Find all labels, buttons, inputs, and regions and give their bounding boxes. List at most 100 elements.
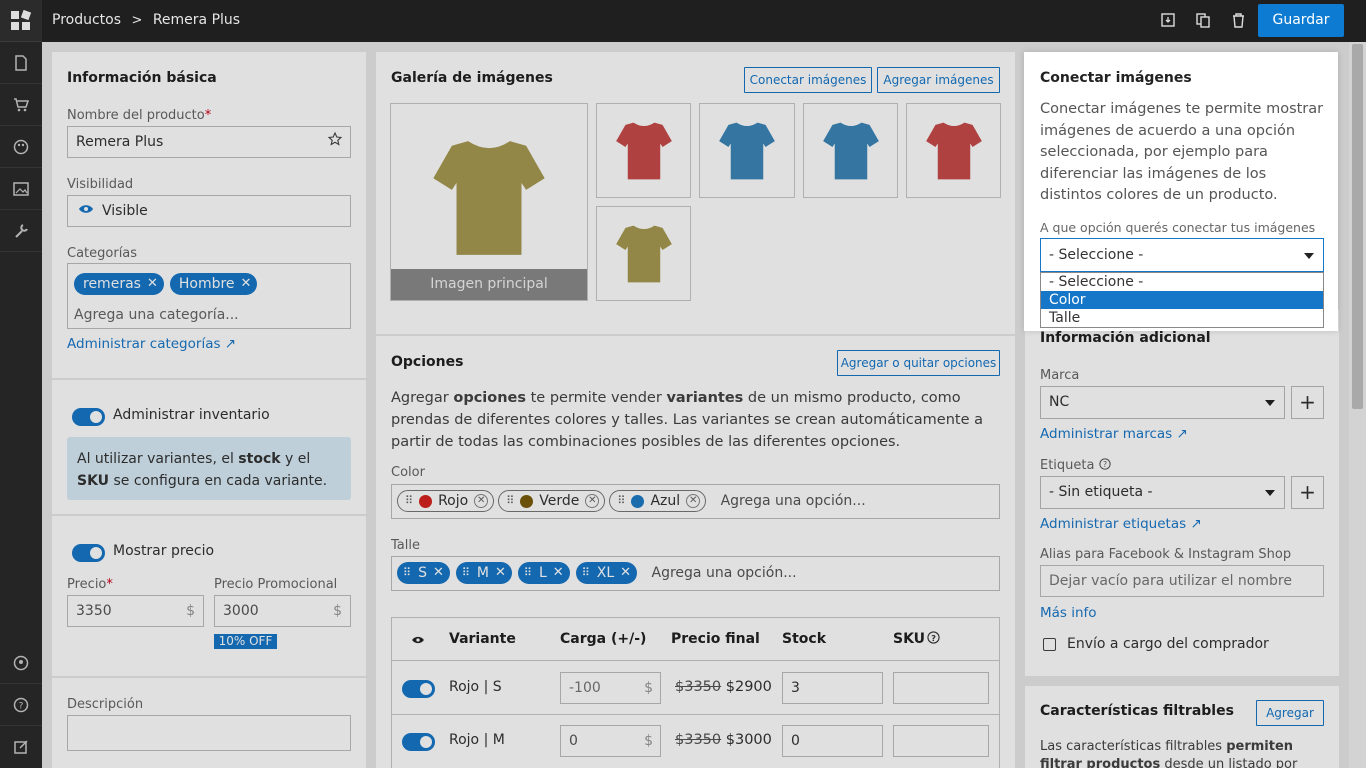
load-header: Carga (+/-) [560,631,647,647]
image-icon[interactable] [0,168,42,210]
help-icon[interactable]: ? [0,684,42,726]
document-icon[interactable] [0,42,42,84]
remove-icon[interactable]: ✕ [686,494,701,508]
color-chip[interactable]: ⠿ Azul ✕ [609,490,707,512]
color-option-label: Color [391,465,425,480]
color-options-field[interactable]: ⠿ Rojo ✕ ⠿ Verde ✕ ⠿ Azul ✕ Agrega una opción... [391,484,1000,519]
scrollbar[interactable] [1349,42,1366,768]
category-chip[interactable]: Hombre ✕ [169,273,258,295]
gallery-thumb[interactable] [699,103,795,198]
variant-stock-field[interactable]: 0 [782,725,883,757]
variant-final-price: $3350 $3000 [675,732,772,748]
description-label: Descripción [67,697,144,712]
duplicate-icon[interactable] [1196,13,1210,32]
product-name-label: Nombre del producto* [67,108,212,123]
tag-select[interactable]: - Sin etiqueta - [1040,476,1285,509]
remove-icon[interactable]: ✕ [474,494,489,508]
manage-brands-link[interactable]: Administrar marcas ↗ [1040,426,1188,442]
price-field[interactable]: 3350 $ [67,595,204,627]
category-input-placeholder[interactable]: Agrega una categoría... [74,305,344,325]
save-button[interactable]: Guardar [1258,4,1344,37]
add-images-button[interactable]: Agregar imágenes [877,67,1000,93]
manage-categories-link[interactable]: Administrar categorías ↗ [67,336,236,352]
categories-field[interactable]: remeras ✕ Hombre ✕ Agrega una categoría... [67,263,351,329]
connect-panel-title: Conectar imágenes [1040,70,1192,86]
app-logo-icon[interactable] [0,0,42,42]
drag-handle-icon[interactable]: ⠿ [506,490,514,512]
basic-info-card: Información básica Nombre del producto* … [52,52,366,378]
size-chip[interactable]: ⠿ S ✕ [397,562,450,584]
archive-icon[interactable] [1161,13,1175,31]
brand-select[interactable]: NC [1040,386,1285,419]
add-filter-button[interactable]: Agregar [1256,700,1324,726]
connect-images-button[interactable]: Conectar imágenes [744,67,872,93]
drag-handle-icon[interactable]: ⠿ [405,490,413,512]
product-name-field[interactable]: Remera Plus [67,126,351,158]
variant-visible-toggle[interactable] [402,680,435,698]
alias-field[interactable]: Dejar vacío para utilizar el nombre [1040,565,1324,597]
main-image-caption: Imagen principal [391,269,587,300]
gallery-thumb[interactable] [596,206,691,301]
variant-visible-toggle[interactable] [402,733,435,751]
wrench-icon[interactable] [0,210,42,252]
size-chip[interactable]: ⠿ XL ✕ [575,562,638,584]
size-chip[interactable]: ⠿ L ✕ [517,562,570,584]
tshirt-image [822,122,879,179]
dropdown-option[interactable]: - Seleccione - [1041,273,1323,291]
gallery-thumb[interactable] [906,103,1001,198]
remove-icon[interactable]: ✕ [241,269,252,299]
breadcrumb-parent[interactable]: Productos [52,12,121,28]
variant-load-field[interactable]: -100 $ [560,672,661,704]
dropdown-option[interactable]: Talle [1041,309,1323,327]
remove-icon[interactable]: ✕ [585,494,600,508]
color-chip[interactable]: ⠿ Verde ✕ [498,490,606,512]
inventory-toggle[interactable] [72,408,105,426]
dropdown-option-selected[interactable]: Color [1041,291,1323,309]
remove-icon[interactable]: ✕ [147,269,158,299]
variant-row: Rojo | M 0 $ $3350 $3000 0 [392,716,999,768]
tshirt-image [615,122,672,179]
description-field[interactable] [67,715,351,751]
variant-stock-field[interactable]: 3 [782,672,883,704]
category-chip[interactable]: remeras ✕ [74,273,164,295]
color-chip[interactable]: ⠿ Rojo ✕ [397,490,495,512]
breadcrumb-current: Remera Plus [152,12,241,28]
help-icon[interactable]: ? [1098,458,1111,473]
eye-icon [78,196,94,226]
variant-sku-field[interactable] [893,672,989,704]
promo-price-field[interactable]: 3000 $ [214,595,351,627]
gallery-thumb[interactable] [596,103,691,198]
options-card: Opciones Agregar o quitar opciones Agreg… [376,336,1015,768]
scrollbar-thumb[interactable] [1352,44,1363,409]
variant-sku-field[interactable] [893,725,989,757]
more-info-link[interactable]: Más info [1040,605,1097,621]
trash-icon[interactable] [1232,13,1245,32]
manage-tags-link[interactable]: Administrar etiquetas ↗ [1040,516,1202,532]
connect-option-select[interactable]: - Seleccione - [1040,238,1324,272]
filters-description: Las características filtrables permiten … [1040,739,1298,768]
eye-icon[interactable] [411,633,425,649]
variant-load-field[interactable]: 0 $ [560,725,661,757]
add-tag-button[interactable]: + [1291,476,1324,509]
cart-icon[interactable] [0,84,42,126]
variant-row: Rojo | S -100 $ $3350 $2900 3 [392,662,999,715]
color-input-placeholder[interactable]: Agrega una opción... [721,493,866,509]
drag-handle-icon[interactable]: ⠿ [617,490,625,512]
user-icon[interactable] [0,642,42,684]
size-options-field[interactable]: ⠿ S ✕ ⠿ M ✕ ⠿ L ✕ ⠿ XL ✕ Agrega una opción... [391,556,1000,591]
visibility-select[interactable]: Visible [67,195,351,227]
help-icon[interactable]: ? [927,631,940,648]
size-input-placeholder[interactable]: Agrega una opción... [652,565,797,581]
edit-options-button[interactable]: Agregar o quitar opciones [837,350,1000,376]
gallery-thumb[interactable] [803,103,898,198]
shipping-checkbox[interactable] [1043,638,1056,651]
inventory-toggle-label: Administrar inventario [113,407,270,423]
main-image[interactable]: Imagen principal [390,103,588,301]
external-link-icon[interactable] [0,726,42,768]
size-chip[interactable]: ⠿ M ✕ [455,562,512,584]
variant-name: Rojo | S [449,679,502,695]
add-brand-button[interactable]: + [1291,386,1324,419]
show-price-toggle[interactable] [72,544,105,562]
palette-icon[interactable] [0,126,42,168]
star-icon[interactable] [327,127,343,157]
